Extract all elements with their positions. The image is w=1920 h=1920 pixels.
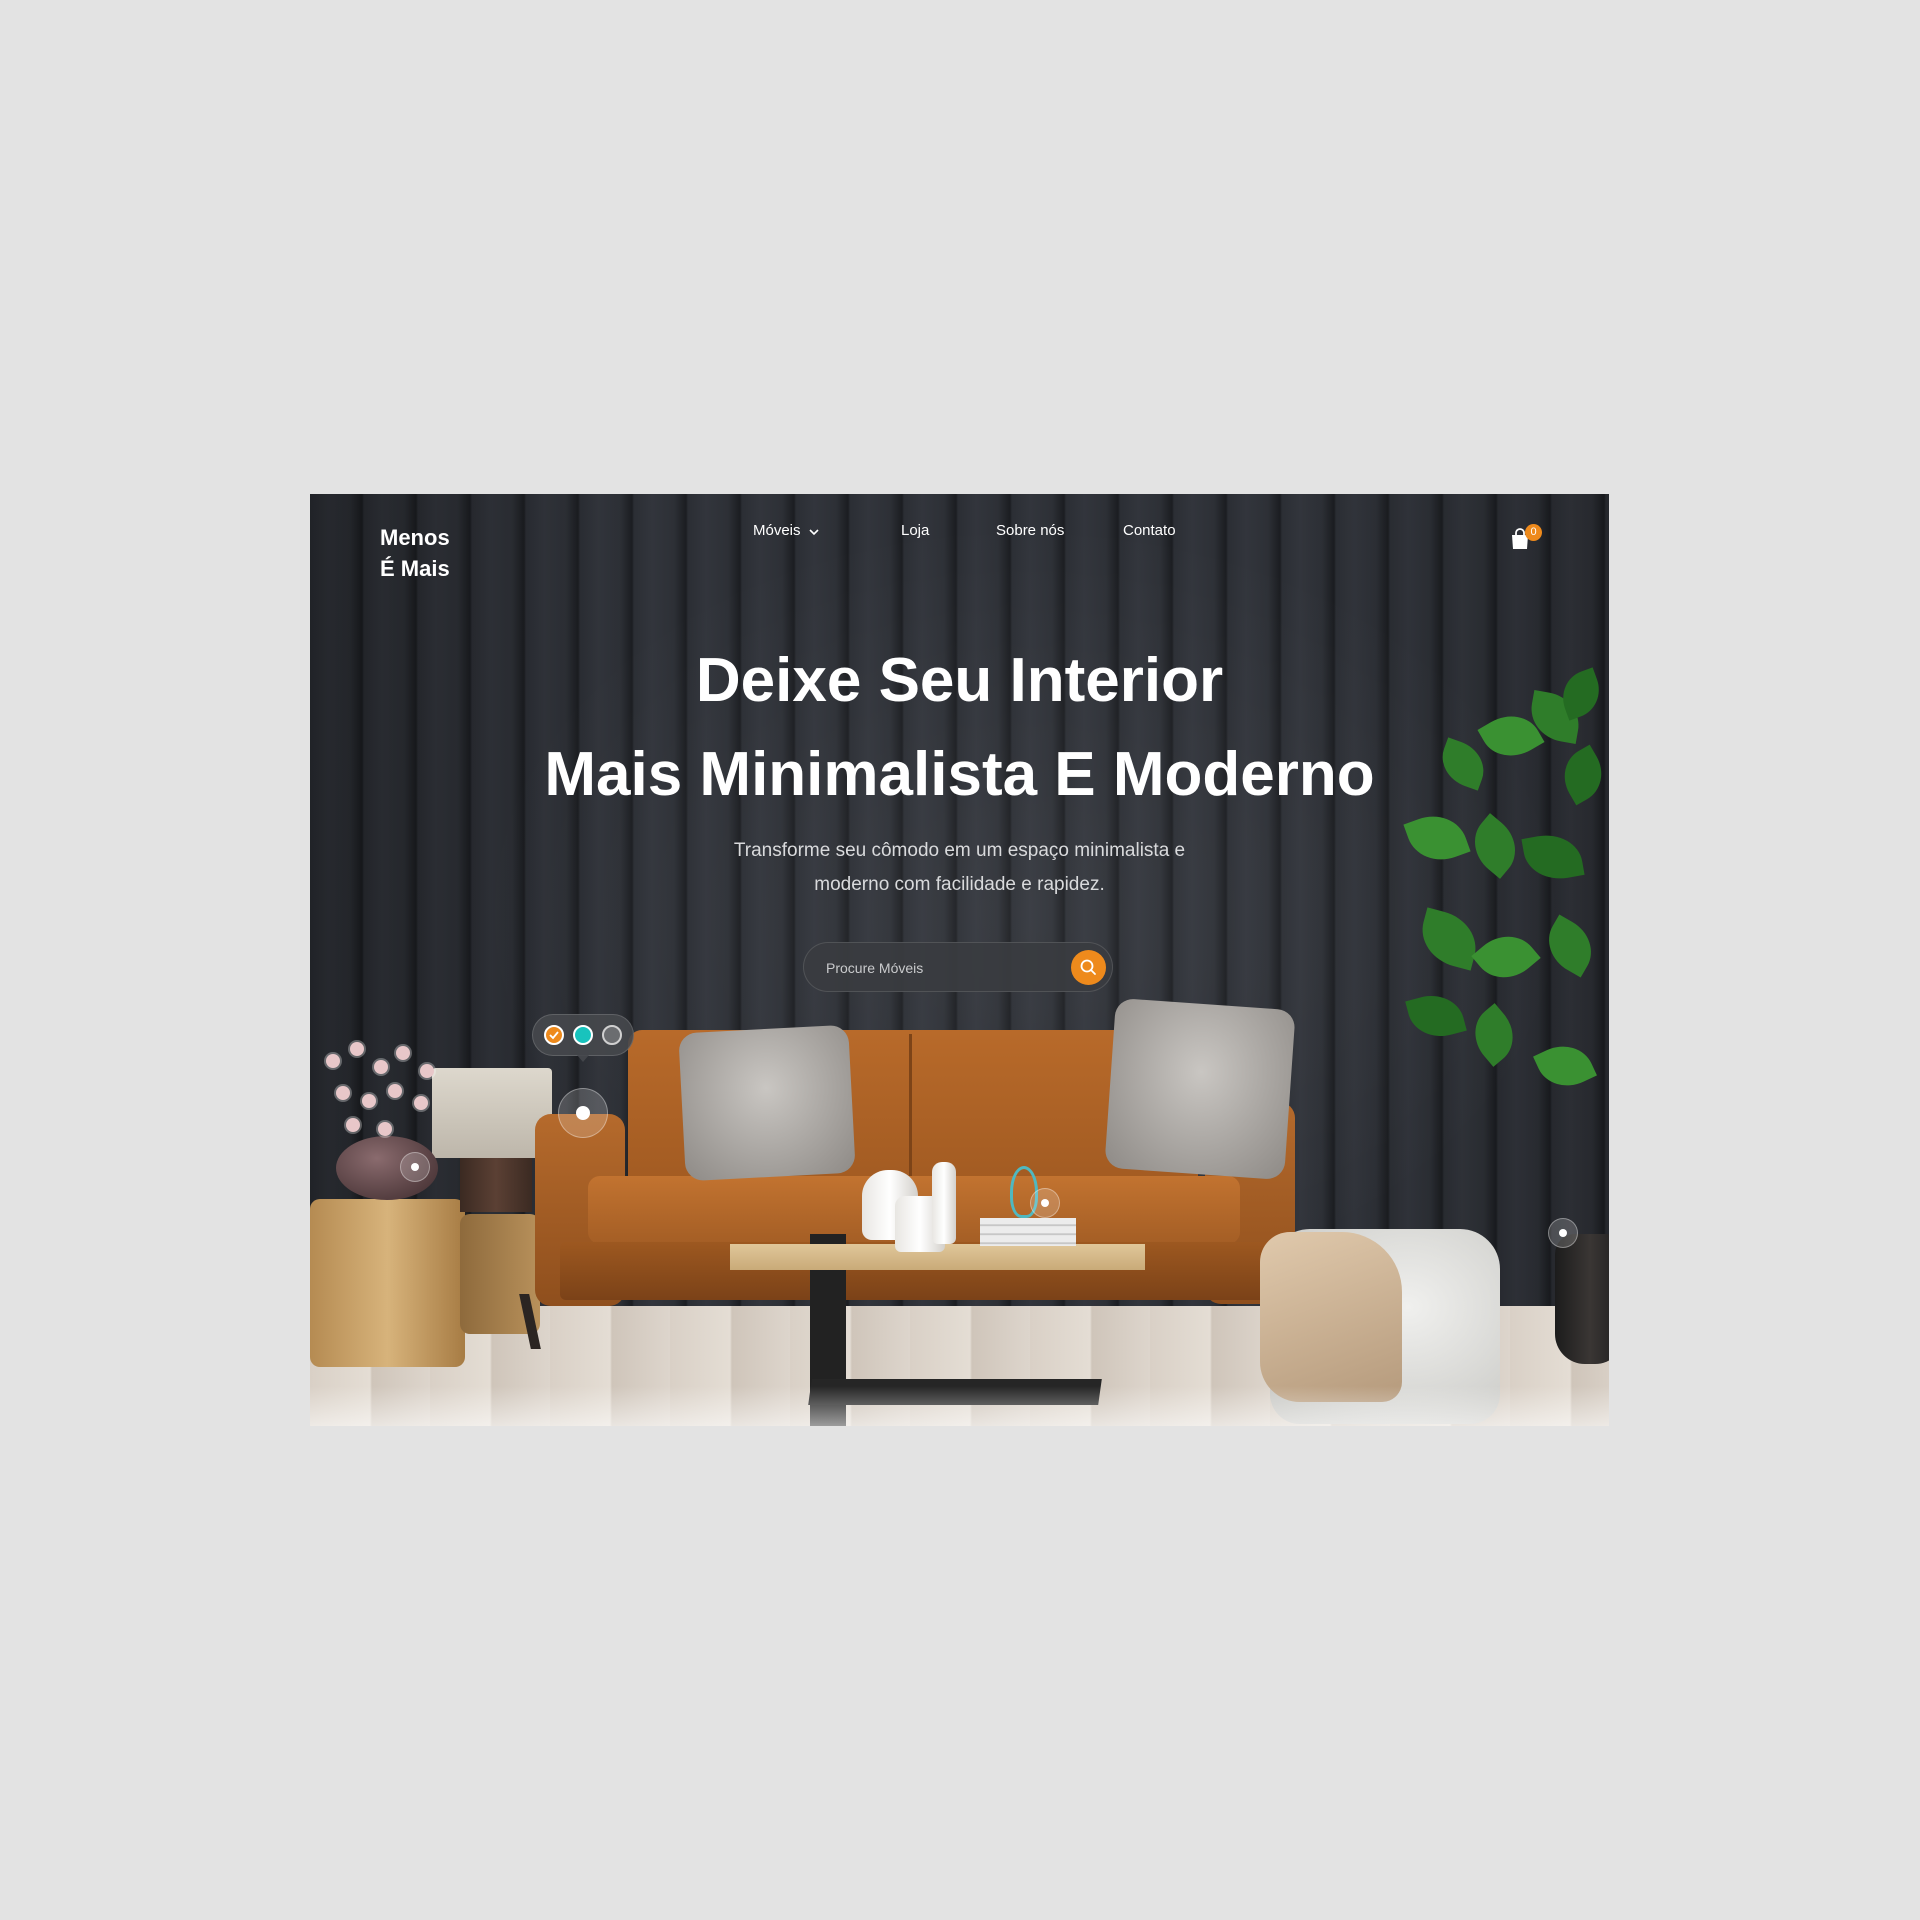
hotspot-vase[interactable] (400, 1152, 430, 1182)
hotspot-sofa[interactable] (558, 1088, 608, 1138)
hero-title: Deixe Seu Interior Mais Minimalista E Mo… (310, 634, 1609, 822)
wooden-stool (310, 1199, 465, 1367)
nav-item-contato[interactable]: Contato (1123, 522, 1176, 539)
plant-pot (1555, 1234, 1609, 1364)
color-swatch-orange[interactable] (544, 1025, 564, 1045)
flowers (316, 1034, 466, 1144)
hotspot-pot[interactable] (1548, 1218, 1578, 1248)
search-bar (803, 942, 1113, 993)
search-icon (1071, 959, 1106, 989)
cart-count-badge: 0 (1525, 524, 1542, 541)
search-button[interactable] (1071, 950, 1106, 985)
hero-section: Menos É Mais Móveis Loja Sobre nós Conta… (310, 494, 1609, 1426)
search-input[interactable] (824, 943, 1058, 993)
throw-blanket (1260, 1232, 1402, 1402)
chevron-down-icon (808, 523, 819, 540)
hero-title-line-1: Deixe Seu Interior (695, 646, 1224, 715)
hero-subtitle: Transforme seu cômodo em um espaço minim… (310, 834, 1609, 902)
hotspot-decor[interactable] (1030, 1188, 1060, 1218)
color-swatch-gray[interactable] (602, 1025, 622, 1045)
nav-item-moveis[interactable]: Móveis (753, 522, 819, 540)
nav-item-label: Móveis (753, 522, 801, 539)
cart-button[interactable]: 0 (1509, 524, 1542, 550)
hero-title-line-2: Mais Minimalista E Moderno (544, 740, 1375, 809)
nav-item-sobre-nos[interactable]: Sobre nós (996, 522, 1064, 539)
nav-item-loja[interactable]: Loja (901, 522, 929, 539)
color-swatch-teal[interactable] (573, 1025, 593, 1045)
hero-subtitle-line-1: Transforme seu cômodo em um espaço minim… (733, 840, 1186, 861)
logo[interactable]: Menos É Mais (380, 522, 450, 584)
color-picker (532, 1014, 634, 1062)
hero-subtitle-line-2: moderno com facilidade e rapidez. (814, 874, 1105, 895)
